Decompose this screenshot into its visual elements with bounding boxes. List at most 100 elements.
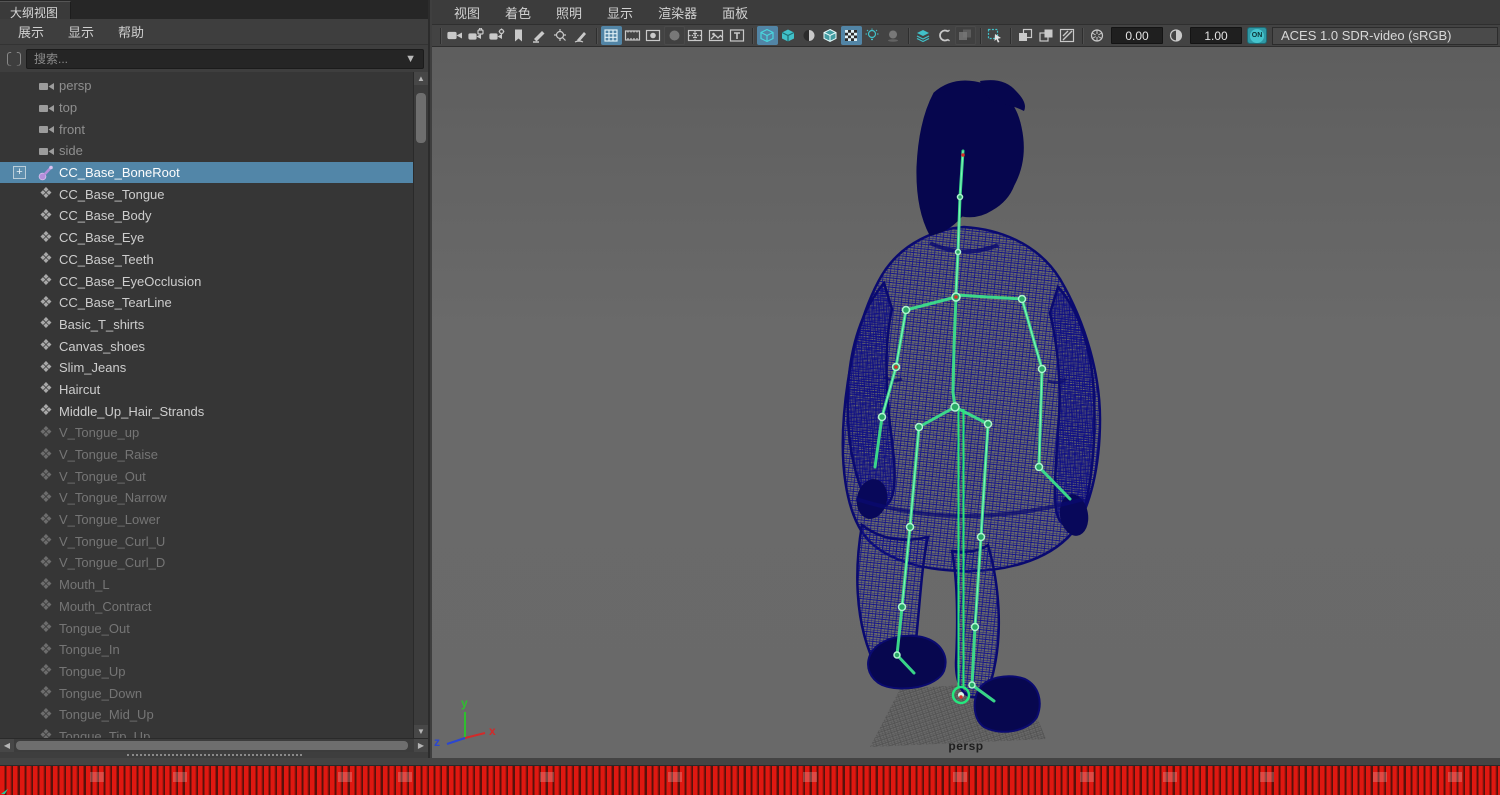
outliner-item-Tonque_Tip_Up[interactable]: ❖ Tonque_Tip_Up (0, 726, 413, 738)
smooth-shade-icon[interactable] (778, 26, 799, 45)
scroll-up-icon[interactable]: ▲ (414, 72, 428, 85)
outliner-item-CC_Base_EyeOcclusion[interactable]: ❖ CC_Base_EyeOcclusion (0, 270, 413, 292)
outliner-item-V_Tongue_Curl_D[interactable]: ❖ V_Tongue_Curl_D (0, 552, 413, 574)
motion-blur-icon[interactable] (934, 26, 955, 45)
ssao-icon[interactable] (913, 26, 934, 45)
outliner-item-Tongue_Up[interactable]: ❖ Tongue_Up (0, 661, 413, 683)
vscroll-thumb[interactable] (416, 93, 426, 143)
exposure-icon[interactable] (1087, 26, 1108, 45)
outliner-item-Tongue_Down[interactable]: ❖ Tongue_Down (0, 682, 413, 704)
search-input[interactable] (26, 48, 424, 69)
flat-shade-icon[interactable] (799, 26, 820, 45)
vscroll-track[interactable] (414, 85, 428, 725)
isolate-select-icon[interactable] (1015, 26, 1036, 45)
image-plane-icon[interactable] (706, 26, 727, 45)
outliner-item-CC_Base_Body[interactable]: ❖ CC_Base_Body (0, 205, 413, 227)
outliner-item-Mouth_Contract[interactable]: ❖ Mouth_Contract (0, 596, 413, 618)
outliner-item-CC_Base_Teeth[interactable]: ❖ CC_Base_Teeth (0, 249, 413, 271)
outliner-item-side[interactable]: side (0, 140, 413, 162)
mesh-icon: ❖ (39, 445, 53, 463)
viewport-menu-panels[interactable]: 面板 (710, 0, 761, 25)
outliner-item-Tongue_In[interactable]: ❖ Tongue_In (0, 639, 413, 661)
wireframe-on-shaded-icon[interactable] (820, 26, 841, 45)
outliner-hscrollbar[interactable]: ◀ ▶ (0, 738, 428, 752)
hscroll-track[interactable] (14, 739, 414, 752)
wireframe-icon[interactable] (757, 26, 778, 45)
outliner-item-CC_Base_TearLine[interactable]: ❖ CC_Base_TearLine (0, 292, 413, 314)
textured-icon[interactable] (841, 26, 862, 45)
time-slider[interactable] (0, 765, 1500, 795)
hscroll-thumb[interactable] (16, 741, 408, 750)
shadows-icon[interactable] (883, 26, 904, 45)
mesh-icon: ❖ (39, 488, 53, 506)
outliner-item-V_Tongue_Raise[interactable]: ❖ V_Tongue_Raise (0, 444, 413, 466)
resolution-gate-icon[interactable] (643, 26, 664, 45)
outliner-menu-show[interactable]: 显示 (56, 19, 106, 44)
outliner-item-front[interactable]: front (0, 118, 413, 140)
camera-lock-icon[interactable] (466, 26, 487, 45)
mesh-icon: ❖ (39, 380, 53, 398)
field-chart-icon[interactable] (685, 26, 706, 45)
gate-mask-icon[interactable] (664, 26, 685, 45)
hud-icon[interactable] (727, 26, 748, 45)
outliner-item-Haircut[interactable]: ❖ Haircut (0, 379, 413, 401)
exposure-field[interactable]: 0.00 (1111, 27, 1163, 44)
camera-icon (36, 145, 56, 157)
outliner-menu-display[interactable]: 展示 (6, 19, 56, 44)
outliner-item-CC_Base_Tongue[interactable]: ❖ CC_Base_Tongue (0, 183, 413, 205)
outliner-item-label: front (59, 121, 86, 137)
outliner-item-V_Tongue_Curl_U[interactable]: ❖ V_Tongue_Curl_U (0, 530, 413, 552)
outliner-item-V_Tongue_Narrow[interactable]: ❖ V_Tongue_Narrow (0, 487, 413, 509)
mesh-icon: ❖ (39, 705, 53, 723)
outliner-panel: 大纲视图 展示显示帮助 ▼ persp top front side + CC_Base_… (0, 0, 430, 758)
gamma-icon[interactable] (1166, 26, 1187, 45)
outliner-item-CC_Base_Eye[interactable]: ❖ CC_Base_Eye (0, 227, 413, 249)
outliner-item-CC_Base_BoneRoot[interactable]: + CC_Base_BoneRoot (0, 161, 413, 184)
grid-toggle-icon[interactable] (601, 26, 622, 45)
outliner-item-Mouth_L[interactable]: ❖ Mouth_L (0, 574, 413, 596)
viewport-menu-renderer[interactable]: 渲染器 (646, 0, 710, 25)
outliner-item-Canvas_shoes[interactable]: ❖ Canvas_shoes (0, 335, 413, 357)
outliner-item-Basic_T_shirts[interactable]: ❖ Basic_T_shirts (0, 314, 413, 336)
bookmark-icon[interactable] (508, 26, 529, 45)
camera-icon[interactable] (445, 26, 466, 45)
viewport-3d-view[interactable]: y x z persp (432, 47, 1500, 758)
outliner-tab[interactable]: 大纲视图 (0, 1, 72, 20)
mesh-icon: ❖ (39, 337, 53, 355)
outliner-item-persp[interactable]: persp (0, 75, 413, 97)
viewport-menu-view[interactable]: 视图 (442, 0, 493, 25)
outliner-item-V_Tongue_up[interactable]: ❖ V_Tongue_up (0, 422, 413, 444)
outliner-vscrollbar[interactable]: ▲ ▼ (413, 72, 428, 738)
lights-icon[interactable] (862, 26, 883, 45)
outliner-item-V_Tongue_Lower[interactable]: ❖ V_Tongue_Lower (0, 509, 413, 531)
filter-icon[interactable] (5, 50, 23, 68)
selection-highlight-icon[interactable] (985, 26, 1006, 45)
grease-pencil-icon[interactable] (529, 26, 550, 45)
mesh-icon: ❖ (39, 250, 53, 268)
expand-icon[interactable]: + (13, 165, 26, 179)
scroll-right-icon[interactable]: ▶ (414, 739, 428, 752)
xray-icon[interactable] (1057, 26, 1078, 45)
camera-attrs-icon[interactable] (487, 26, 508, 45)
outliner-item-Middle_Up_Hair_Strands[interactable]: ❖ Middle_Up_Hair_Strands (0, 400, 413, 422)
viewport-menu-lighting[interactable]: 照明 (544, 0, 595, 25)
viewport-menu-shading[interactable]: 着色 (493, 0, 544, 25)
viewport-menu-show[interactable]: 显示 (595, 0, 646, 25)
outliner-item-Slim_Jeans[interactable]: ❖ Slim_Jeans (0, 357, 413, 379)
grease-pencil-edit-icon[interactable] (571, 26, 592, 45)
gamma-field[interactable]: 1.00 (1190, 27, 1242, 44)
view-transform-field[interactable]: ACES 1.0 SDR-video (sRGB) (1272, 26, 1498, 45)
pan-zoom-icon[interactable] (550, 26, 571, 45)
outliner-menu-help[interactable]: 帮助 (106, 19, 156, 44)
mesh-icon: ❖ (39, 293, 53, 311)
outliner-item-Tongue_Out[interactable]: ❖ Tongue_Out (0, 617, 413, 639)
antialias-icon[interactable] (955, 26, 976, 45)
isolate-add-icon[interactable] (1036, 26, 1057, 45)
color-management-on-toggle[interactable]: ON (1247, 27, 1267, 44)
film-gate-icon[interactable] (622, 26, 643, 45)
scroll-down-icon[interactable]: ▼ (414, 725, 428, 738)
outliner-item-V_Tongue_Out[interactable]: ❖ V_Tongue_Out (0, 465, 413, 487)
outliner-item-Tongue_Mid_Up[interactable]: ❖ Tongue_Mid_Up (0, 704, 413, 726)
scroll-left-icon[interactable]: ◀ (0, 739, 14, 752)
outliner-item-top[interactable]: top (0, 97, 413, 119)
